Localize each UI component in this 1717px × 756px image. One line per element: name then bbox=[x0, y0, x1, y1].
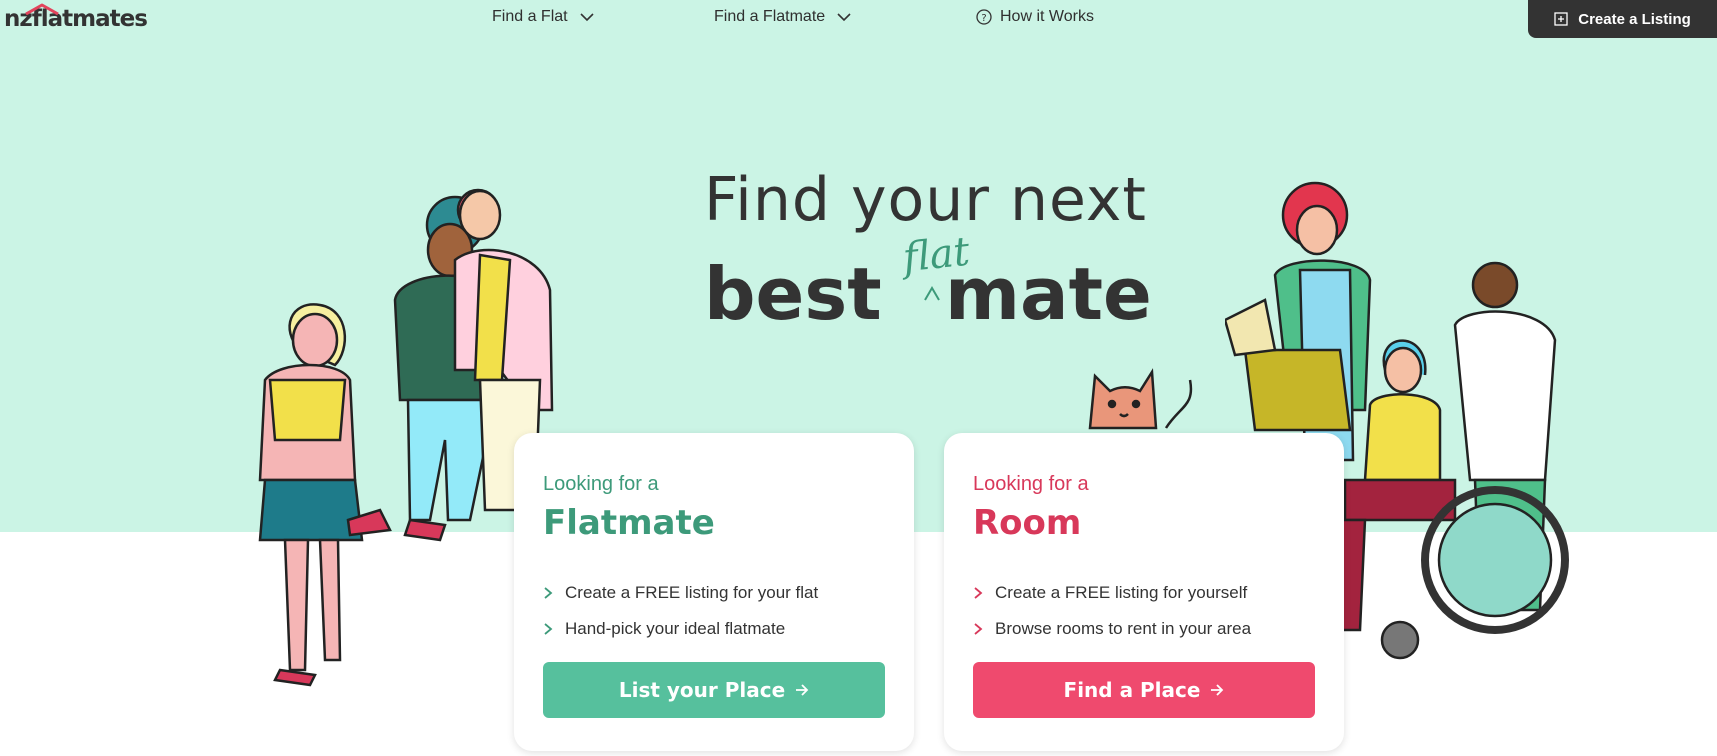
room-card: Looking for a Room Create a FREE listing… bbox=[944, 433, 1344, 751]
chevron-down-icon bbox=[580, 12, 594, 21]
create-listing-label: Create a Listing bbox=[1578, 10, 1691, 28]
nav-how-it-works-label: How it Works bbox=[1000, 8, 1094, 25]
hero-heading-mate: mate bbox=[945, 252, 1152, 336]
flatmate-card: Looking for a Flatmate Create a FREE lis… bbox=[514, 433, 914, 751]
roof-logo-icon bbox=[25, 3, 59, 15]
list-item: Create a FREE listing for yourself bbox=[973, 575, 1251, 611]
chevron-right-icon bbox=[974, 623, 983, 635]
nav-find-a-flat[interactable]: Find a Flat bbox=[492, 8, 594, 26]
room-card-title: Room bbox=[973, 503, 1082, 543]
list-your-place-button[interactable]: List your Place bbox=[543, 662, 885, 718]
chevron-right-icon bbox=[974, 587, 983, 599]
room-card-list: Create a FREE listing for yourself Brows… bbox=[973, 575, 1251, 647]
arrow-right-icon bbox=[796, 684, 809, 696]
find-a-place-button[interactable]: Find a Place bbox=[973, 662, 1315, 718]
chevron-right-icon bbox=[544, 623, 553, 635]
list-your-place-label: List your Place bbox=[618, 678, 786, 702]
flatmate-card-list: Create a FREE listing for your flat Hand… bbox=[543, 575, 818, 647]
create-listing-button[interactable]: Create a Listing bbox=[1528, 0, 1717, 38]
flatmate-card-title: Flatmate bbox=[543, 503, 715, 543]
room-card-pretitle: Looking for a bbox=[973, 473, 1089, 495]
list-item-text: Create a FREE listing for your flat bbox=[565, 583, 819, 602]
list-item-text: Hand-pick your ideal flatmate bbox=[565, 619, 786, 638]
hero-heading-line1: Find your next bbox=[704, 165, 1147, 235]
question-circle-icon: ? bbox=[976, 9, 992, 25]
find-a-place-label: Find a Place bbox=[1063, 678, 1201, 702]
list-item: Create a FREE listing for your flat bbox=[543, 575, 818, 611]
hero-heading-best: best bbox=[704, 252, 882, 336]
list-item-text: Browse rooms to rent in your area bbox=[995, 619, 1252, 638]
svg-text:?: ? bbox=[981, 13, 986, 24]
plus-square-icon bbox=[1554, 12, 1568, 26]
nav-find-a-flatmate[interactable]: Find a Flatmate bbox=[714, 8, 851, 26]
caret-insert-icon bbox=[924, 286, 940, 301]
nav-how-it-works[interactable]: ? How it Works bbox=[976, 8, 1094, 26]
chevron-down-icon bbox=[837, 12, 851, 21]
list-item: Hand-pick your ideal flatmate bbox=[543, 611, 818, 647]
list-item: Browse rooms to rent in your area bbox=[973, 611, 1251, 647]
nav-find-a-flatmate-label: Find a Flatmate bbox=[714, 8, 826, 25]
list-item-text: Create a FREE listing for yourself bbox=[995, 583, 1248, 602]
arrow-right-icon bbox=[1211, 684, 1224, 696]
site-logo[interactable]: nzflatmates bbox=[4, 3, 148, 32]
cat-illustration bbox=[1088, 368, 1193, 430]
chevron-right-icon bbox=[544, 587, 553, 599]
flatmate-card-pretitle: Looking for a bbox=[543, 473, 659, 495]
nav-find-a-flat-label: Find a Flat bbox=[492, 8, 568, 25]
